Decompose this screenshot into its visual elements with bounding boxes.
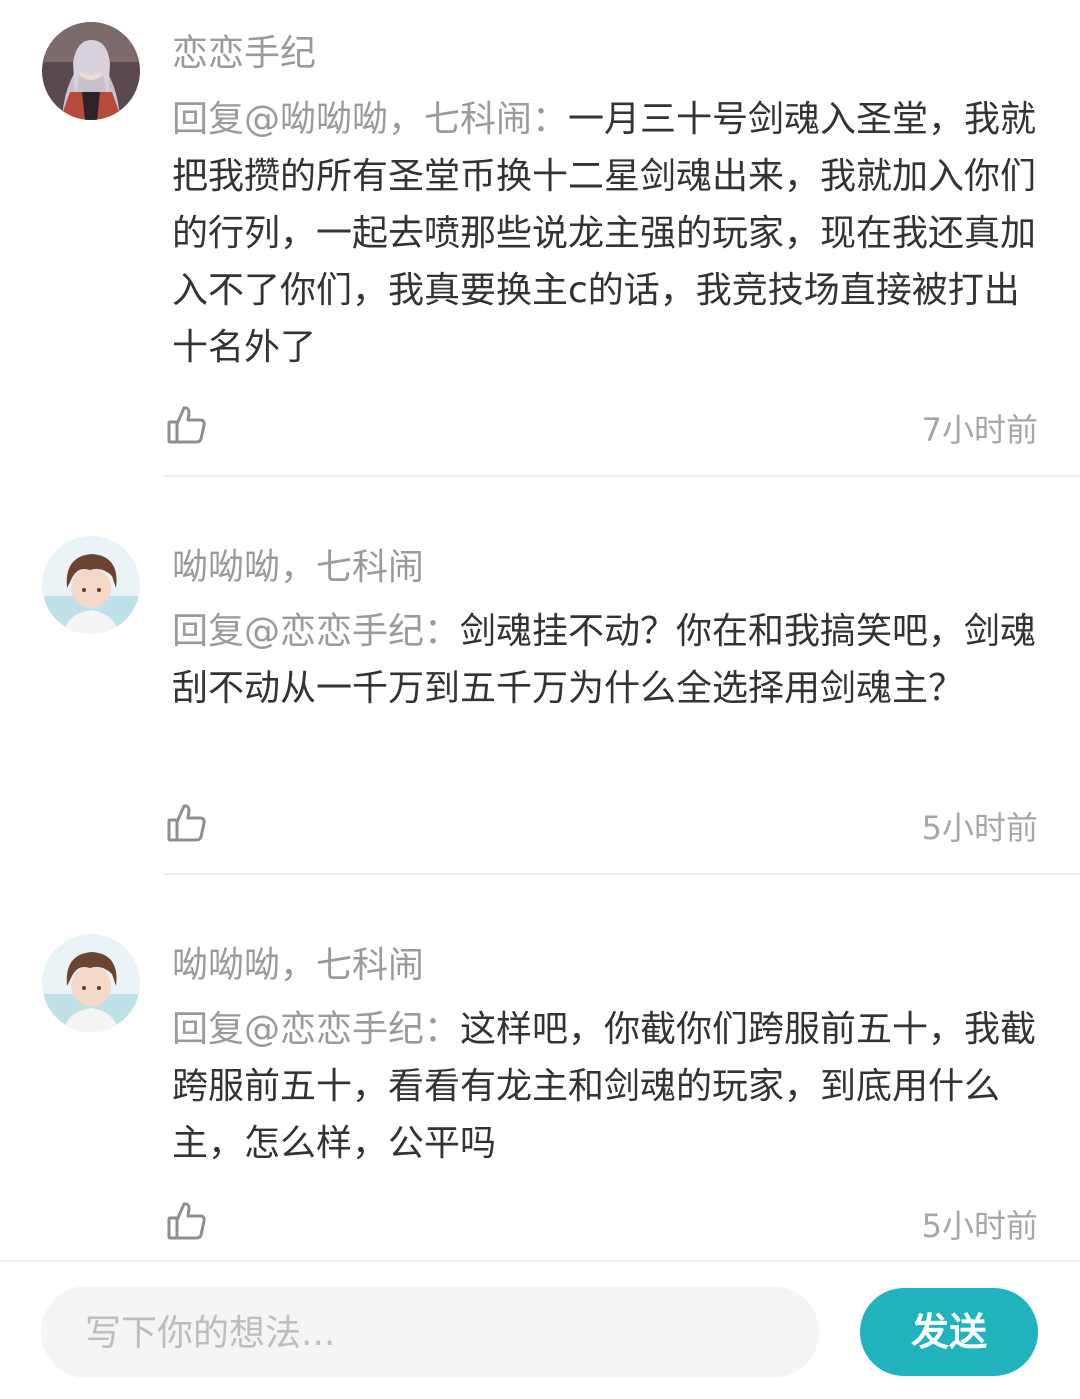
thumbs-up-icon [167,804,206,842]
avatar[interactable] [42,536,140,634]
send-button[interactable]: 发送 [860,1288,1038,1376]
comment-time: 7小时前 [921,411,1038,449]
thumbs-up-icon [167,1202,206,1240]
reply-mention[interactable]: 回复@恋恋手纪： [172,1009,460,1050]
comment-input-container[interactable] [41,1286,819,1380]
comment-time: 5小时前 [921,1207,1038,1245]
divider [163,873,1080,875]
comment-text: 回复@呦呦呦，七科闹：一月三十号剑魂入圣堂，我就把我攒的所有圣堂币换十二星剑魂出… [172,91,1042,376]
comment-text: 回复@恋恋手纪：剑魂挂不动？你在和我搞笑吧，剑魂刮不动从一千万到五千万为什么全选… [172,603,1042,717]
comment-input-bar: 发送 [0,1260,1080,1399]
reply-mention[interactable]: 回复@恋恋手纪： [172,611,460,652]
divider [163,475,1080,477]
avatar[interactable] [42,22,140,120]
like-button[interactable] [166,802,208,844]
comment-username[interactable]: 恋恋手纪 [172,24,316,76]
comment-time: 5小时前 [921,809,1038,847]
like-button[interactable] [166,1200,208,1242]
comment-username[interactable]: 呦呦呦，七科闹 [172,936,424,988]
reply-mention[interactable]: 回复@呦呦呦，七科闹： [172,99,568,140]
comment-username[interactable]: 呦呦呦，七科闹 [172,538,424,590]
comment-text: 回复@恋恋手纪：这样吧，你截你们跨服前五十，我截跨服前五十，看看有龙主和剑魂的玩… [172,1001,1042,1172]
avatar[interactable] [42,934,140,1032]
comment-input[interactable] [83,1286,787,1380]
like-button[interactable] [166,404,208,446]
thumbs-up-icon [167,406,206,444]
